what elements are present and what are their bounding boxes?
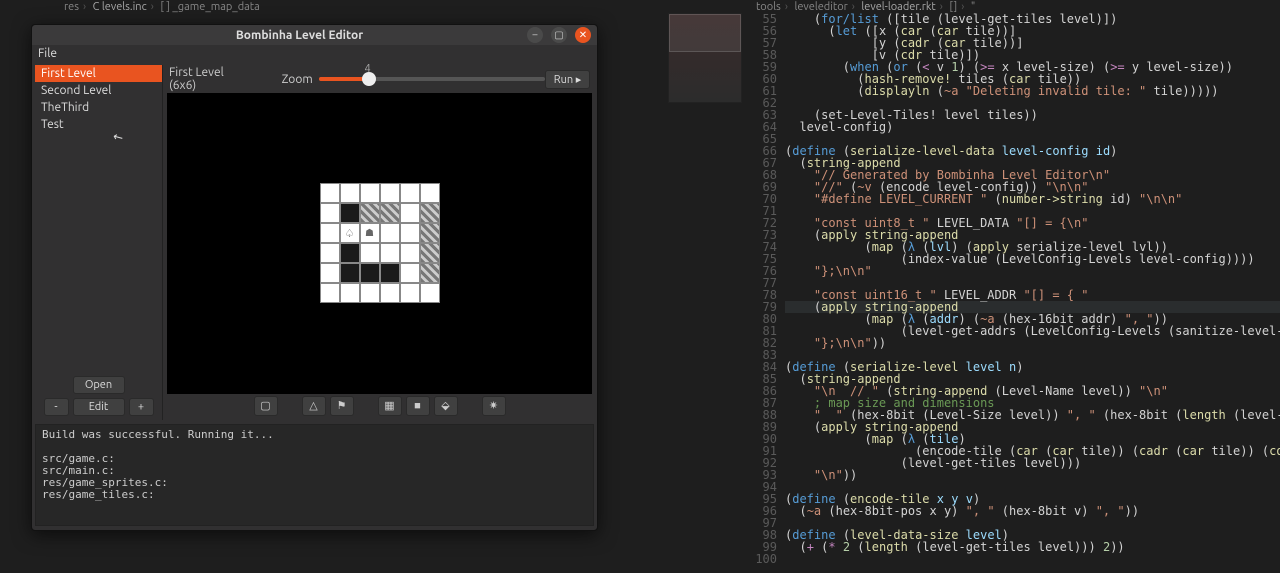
grid-cell[interactable] — [360, 263, 380, 283]
grid-cell[interactable] — [420, 263, 440, 283]
grid-cell[interactable] — [420, 283, 440, 303]
grid-cell[interactable] — [420, 243, 440, 263]
grid-cell[interactable] — [340, 283, 360, 303]
tool-enemy[interactable]: ⬙ — [434, 396, 458, 416]
level-item[interactable]: First Level — [35, 65, 162, 82]
grid-cell[interactable] — [340, 223, 360, 243]
menubar: File — [32, 45, 597, 65]
grid-cell[interactable] — [420, 203, 440, 223]
grid-cell[interactable] — [320, 203, 340, 223]
sidebar: First LevelSecond LevelTheThirdTest Open… — [35, 65, 163, 420]
menu-file[interactable]: File — [38, 47, 57, 60]
grid-cell[interactable] — [320, 223, 340, 243]
grid-cell[interactable] — [360, 183, 380, 203]
grid-cell[interactable] — [420, 183, 440, 203]
grid-cell[interactable] — [400, 203, 420, 223]
tool-flag[interactable]: ⚑ — [330, 396, 354, 416]
add-level-button[interactable]: + — [129, 398, 154, 416]
level-list: First LevelSecond LevelTheThirdTest — [35, 65, 162, 368]
tile-toolbar: ▢ △ ⚑ ▦ ■ ⬙ ✷ — [167, 394, 592, 418]
tool-select[interactable]: ▢ — [254, 396, 278, 416]
edit-button[interactable]: Edit — [73, 398, 125, 416]
open-button[interactable]: Open — [73, 376, 125, 394]
grid-cell[interactable] — [360, 283, 380, 303]
run-button[interactable]: Run ▸ — [545, 70, 590, 89]
grid-cell[interactable] — [380, 243, 400, 263]
grid-cell[interactable] — [320, 183, 340, 203]
grid-cell[interactable] — [320, 283, 340, 303]
grid-cell[interactable] — [340, 263, 360, 283]
grid-cell[interactable] — [360, 243, 380, 263]
grid-cell[interactable] — [400, 283, 420, 303]
grid-cell[interactable] — [420, 223, 440, 243]
tool-bomb[interactable]: ✷ — [482, 396, 506, 416]
window-title: Bombinha Level Editor — [72, 29, 527, 42]
editor-dialog: Bombinha Level Editor – ▢ ✕ File First L… — [31, 24, 598, 531]
grid-cell[interactable] — [340, 203, 360, 223]
tool-solid[interactable]: ■ — [406, 396, 430, 416]
grid-cell[interactable] — [400, 183, 420, 203]
grid-cell[interactable] — [400, 243, 420, 263]
remove-level-button[interactable]: - — [44, 398, 69, 416]
grid-cell[interactable] — [400, 263, 420, 283]
grid-cell[interactable] — [380, 283, 400, 303]
level-name: First Level (6x6) — [169, 66, 252, 92]
minimap[interactable] — [668, 13, 742, 103]
level-item[interactable]: Second Level — [35, 82, 162, 99]
grid-cell[interactable] — [400, 223, 420, 243]
grid-cell[interactable] — [380, 223, 400, 243]
grid-cell[interactable] — [380, 263, 400, 283]
level-canvas[interactable] — [167, 93, 592, 394]
close-button[interactable]: ✕ — [575, 27, 591, 43]
breadcrumb-right: tools› leveleditor› level-loader.rkt› []… — [756, 1, 975, 13]
level-item[interactable]: TheThird — [35, 99, 162, 116]
minimize-button[interactable]: – — [527, 27, 543, 43]
grid-cell[interactable] — [360, 203, 380, 223]
grid-cell[interactable] — [360, 223, 380, 243]
zoom-label: Zoom — [282, 73, 313, 86]
grid-cell[interactable] — [380, 203, 400, 223]
level-item[interactable]: Test — [35, 116, 162, 133]
zoom-slider[interactable]: 4 — [319, 77, 545, 81]
grid-cell[interactable] — [320, 263, 340, 283]
grid-cell[interactable] — [320, 243, 340, 263]
grid-cell[interactable] — [340, 183, 360, 203]
grid-cell[interactable] — [380, 183, 400, 203]
tool-brick[interactable]: ▦ — [378, 396, 402, 416]
tool-player[interactable]: △ — [302, 396, 326, 416]
grid-cell[interactable] — [340, 243, 360, 263]
code-editor[interactable]: 5556575859606162636465666768697071727374… — [747, 13, 1280, 573]
maximize-button[interactable]: ▢ — [551, 27, 567, 43]
titlebar[interactable]: Bombinha Level Editor – ▢ ✕ — [32, 25, 597, 45]
console-output[interactable]: Build was successful. Running it... src/… — [35, 424, 594, 526]
